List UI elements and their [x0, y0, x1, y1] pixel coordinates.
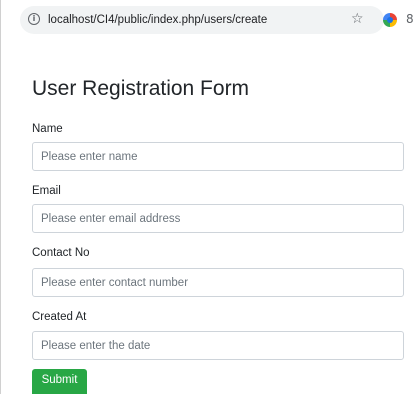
color-extension-icon[interactable] [383, 13, 397, 27]
name-input[interactable] [32, 142, 404, 171]
extension-icon[interactable]: 8 [406, 11, 414, 27]
browser-toolbar: i localhost/CI4/public/index.php/users/c… [1, 0, 415, 40]
address-bar[interactable]: i localhost/CI4/public/index.php/users/c… [20, 6, 384, 34]
created-at-input[interactable] [32, 331, 404, 360]
email-input[interactable] [32, 204, 404, 233]
page-title: User Registration Form [32, 77, 250, 100]
contact-no-input[interactable] [32, 268, 404, 297]
submit-button[interactable]: Submit [32, 369, 87, 394]
info-icon[interactable]: i [28, 13, 40, 25]
contact-no-label: Contact No [32, 247, 90, 259]
name-label: Name [32, 123, 63, 135]
created-at-label: Created At [32, 311, 87, 323]
star-icon[interactable]: ☆ [351, 11, 364, 27]
url-text[interactable]: localhost/CI4/public/index.php/users/cre… [48, 13, 267, 27]
browser-window: i localhost/CI4/public/index.php/users/c… [0, 0, 415, 394]
email-label: Email [32, 185, 61, 197]
